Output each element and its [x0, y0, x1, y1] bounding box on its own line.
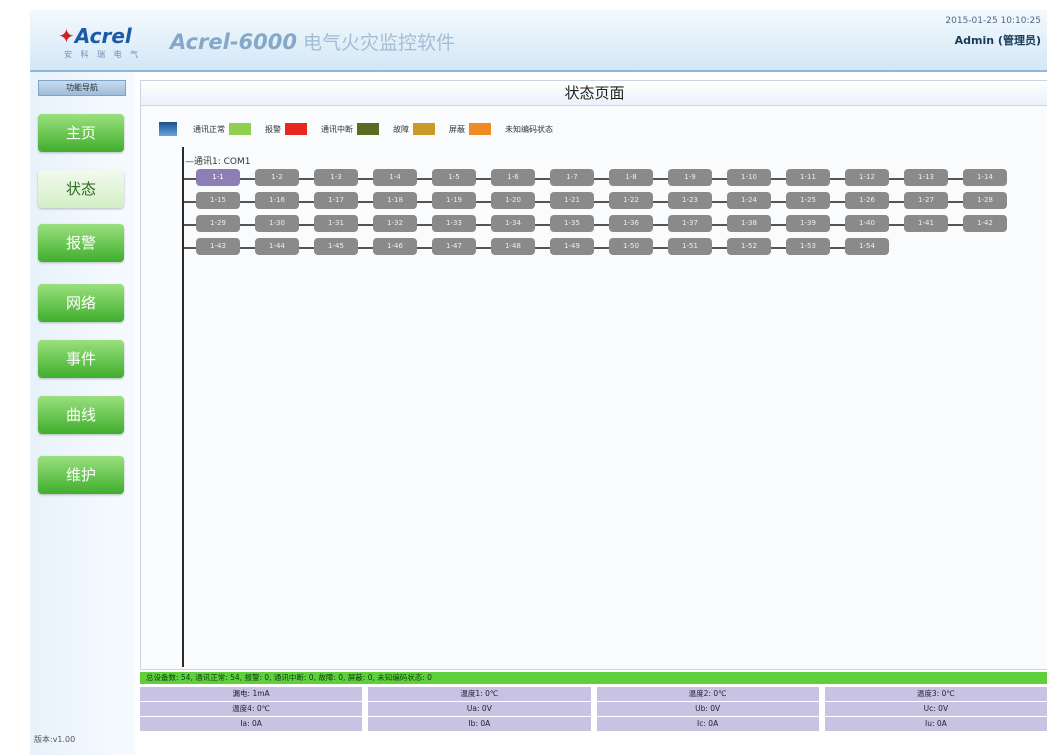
company-subtitle: 安 科 瑞 电 气 — [64, 50, 142, 59]
device-node[interactable]: 1-54 — [845, 238, 889, 255]
device-node[interactable]: 1-31 — [314, 215, 358, 232]
device-node[interactable]: 1-36 — [609, 215, 653, 232]
device-node[interactable]: 1-9 — [668, 169, 712, 186]
device-node[interactable]: 1-39 — [786, 215, 830, 232]
nav-network[interactable]: 网络 — [38, 284, 124, 322]
device-node[interactable]: 1-43 — [196, 238, 240, 255]
device-node[interactable]: 1-4 — [373, 169, 417, 186]
measurement-cell: 温度1: 0℃ — [368, 687, 591, 701]
device-node[interactable]: 1-29 — [196, 215, 240, 232]
device-node[interactable]: 1-45 — [314, 238, 358, 255]
device-node[interactable]: 1-49 — [550, 238, 594, 255]
device-node[interactable]: 1-50 — [609, 238, 653, 255]
nav-maintenance[interactable]: 维护 — [38, 456, 124, 494]
status-message-bar: 总设备数: 54, 通讯正常: 54, 报警: 0, 通讯中断: 0, 故障: … — [140, 672, 1047, 684]
app-header: ✦Acrel 安 科 瑞 电 气 Acrel-6000 电气火灾监控软件 2015… — [30, 10, 1047, 72]
device-node[interactable]: 1-41 — [904, 215, 948, 232]
measurement-cell: Ua: 0V — [368, 702, 591, 716]
device-node[interactable]: 1-21 — [550, 192, 594, 209]
measurement-cell: Ub: 0V — [596, 702, 819, 716]
sidebar: 功能导航 主页 状态 报警 网络 事件 曲线 维护 版本:v1.00 — [30, 72, 135, 755]
measurement-cell: 温度4: 0℃ — [140, 702, 363, 716]
device-node[interactable]: 1-25 — [786, 192, 830, 209]
device-node[interactable]: 1-16 — [255, 192, 299, 209]
device-node[interactable]: 1-33 — [432, 215, 476, 232]
device-node[interactable]: 1-32 — [373, 215, 417, 232]
device-node[interactable]: 1-15 — [196, 192, 240, 209]
nav-events[interactable]: 事件 — [38, 340, 124, 378]
device-node[interactable]: 1-14 — [963, 169, 1007, 186]
measurement-cell: 温度2: 0℃ — [596, 687, 819, 701]
device-node[interactable]: 1-30 — [255, 215, 299, 232]
version-label: 版本:v1.00 — [34, 735, 76, 744]
legend-item-fault: 故障 — [393, 123, 435, 135]
measurement-cell: Uc: 0V — [824, 702, 1047, 716]
legend-item-normal: 通讯正常 — [193, 123, 251, 135]
comm-port-label: —通讯1: COM1 — [185, 157, 251, 167]
current-user: Admin (管理员) — [954, 34, 1041, 47]
device-node[interactable]: 1-24 — [727, 192, 771, 209]
device-node[interactable]: 1-23 — [668, 192, 712, 209]
device-node[interactable]: 1-2 — [255, 169, 299, 186]
device-node[interactable]: 1-8 — [609, 169, 653, 186]
device-node[interactable]: 1-18 — [373, 192, 417, 209]
device-node[interactable]: 1-34 — [491, 215, 535, 232]
legend-item-unknown: 未知编码状态 — [505, 124, 553, 134]
measurement-cell: Ic: 0A — [596, 717, 819, 731]
device-node[interactable]: 1-19 — [432, 192, 476, 209]
app-title: Acrel-6000 电气火灾监控软件 — [170, 30, 456, 54]
company-logo: ✦Acrel — [58, 24, 132, 48]
device-node[interactable]: 1-44 — [255, 238, 299, 255]
page-title: 状态页面 — [141, 81, 1047, 106]
device-node[interactable]: 1-53 — [786, 238, 830, 255]
status-footer: 总设备数: 54, 通讯正常: 54, 报警: 0, 通讯中断: 0, 故障: … — [140, 672, 1047, 755]
measurement-cell: Ib: 0A — [368, 717, 591, 731]
network-icon — [159, 122, 177, 136]
measurement-cell: Iu: 0A — [824, 717, 1047, 731]
nav-home[interactable]: 主页 — [38, 114, 124, 152]
nav-alarm[interactable]: 报警 — [38, 224, 124, 262]
measurement-grid: 漏电: 1mA 温度1: 0℃ 温度2: 0℃ 温度3: 0℃ 温度4: 0℃ Ua: 0… — [140, 687, 1047, 731]
datetime-display: 2015-01-25 10:10:25 — [945, 16, 1041, 26]
device-node[interactable]: 1-1 — [196, 169, 240, 186]
device-node[interactable]: 1-27 — [904, 192, 948, 209]
legend-item-shield: 屏蔽 — [449, 123, 491, 135]
device-node[interactable]: 1-35 — [550, 215, 594, 232]
device-node[interactable]: 1-40 — [845, 215, 889, 232]
legend-item-comm-fail: 通讯中断 — [321, 123, 379, 135]
device-node[interactable]: 1-51 — [668, 238, 712, 255]
device-node[interactable]: 1-5 — [432, 169, 476, 186]
device-node[interactable]: 1-6 — [491, 169, 535, 186]
device-node[interactable]: 1-42 — [963, 215, 1007, 232]
nav-status[interactable]: 状态 — [38, 170, 124, 208]
status-panel: 状态页面 通讯正常 报警 通讯中断 故障 屏蔽 未知编码状态 —通讯1: COM… — [140, 80, 1047, 670]
device-node[interactable]: 1-13 — [904, 169, 948, 186]
device-node[interactable]: 1-12 — [845, 169, 889, 186]
device-node[interactable]: 1-20 — [491, 192, 535, 209]
device-node[interactable]: 1-7 — [550, 169, 594, 186]
measurement-cell: 漏电: 1mA — [140, 687, 363, 701]
device-node[interactable]: 1-38 — [727, 215, 771, 232]
device-node[interactable]: 1-37 — [668, 215, 712, 232]
device-node[interactable]: 1-10 — [727, 169, 771, 186]
device-node[interactable]: 1-11 — [786, 169, 830, 186]
device-node[interactable]: 1-48 — [491, 238, 535, 255]
device-node[interactable]: 1-46 — [373, 238, 417, 255]
legend-item-alarm: 报警 — [265, 123, 307, 135]
device-node[interactable]: 1-26 — [845, 192, 889, 209]
device-node[interactable]: 1-52 — [727, 238, 771, 255]
device-node[interactable]: 1-3 — [314, 169, 358, 186]
measurement-cell: 温度3: 0℃ — [824, 687, 1047, 701]
device-node[interactable]: 1-28 — [963, 192, 1007, 209]
device-node[interactable]: 1-17 — [314, 192, 358, 209]
status-legend: 通讯正常 报警 通讯中断 故障 屏蔽 未知编码状态 — [159, 121, 567, 137]
nav-curves[interactable]: 曲线 — [38, 396, 124, 434]
menu-header: 功能导航 — [38, 80, 126, 96]
device-node[interactable]: 1-47 — [432, 238, 476, 255]
measurement-cell: Ia: 0A — [140, 717, 363, 731]
device-node[interactable]: 1-22 — [609, 192, 653, 209]
